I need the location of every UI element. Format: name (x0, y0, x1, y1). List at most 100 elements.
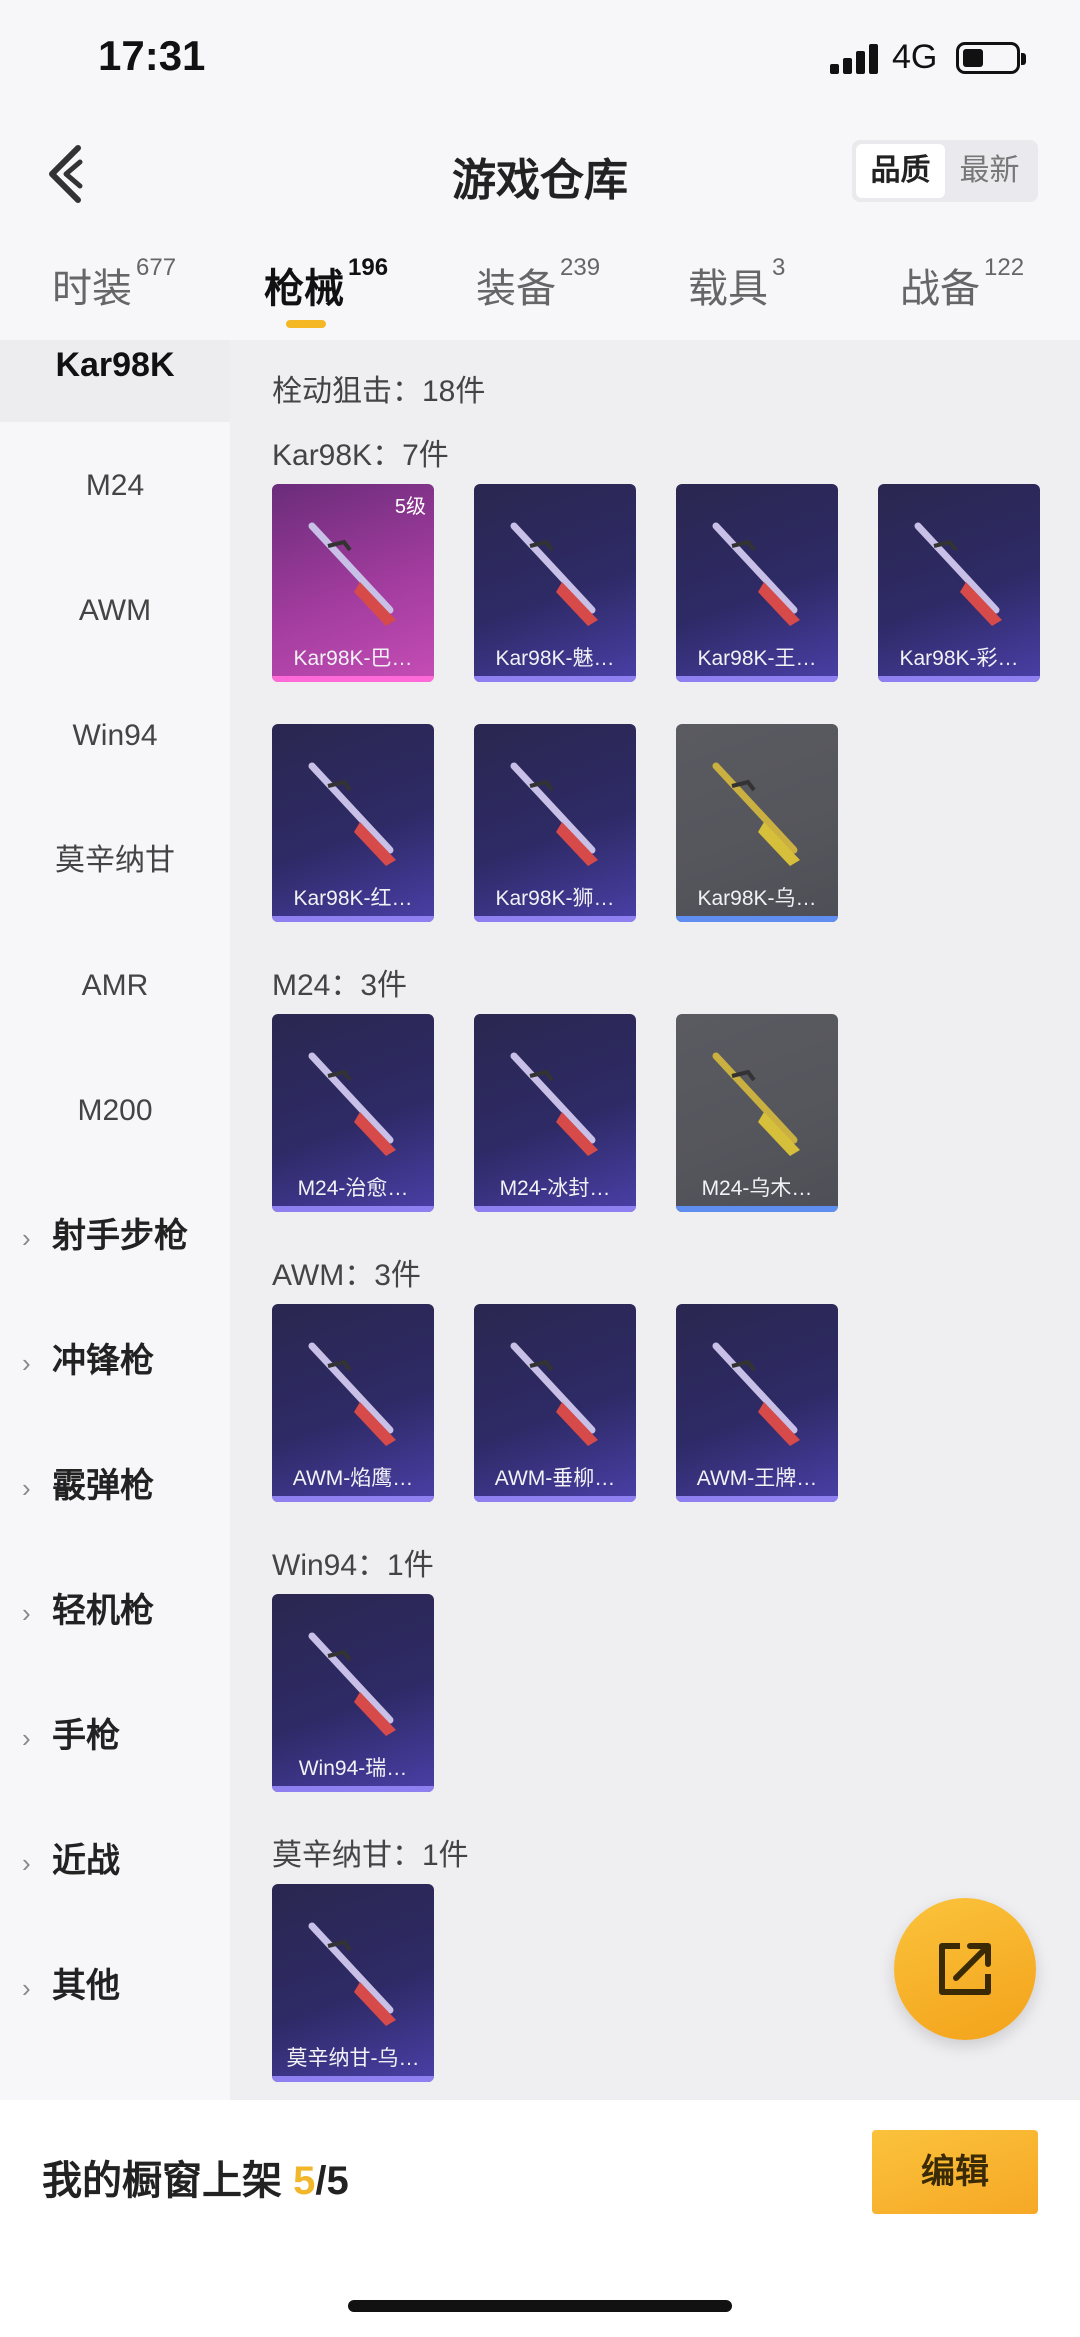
chevron-right-icon: › (22, 1348, 31, 1378)
tab-fashion[interactable]: 时装 677 (52, 254, 176, 314)
rifle-icon (308, 1342, 396, 1446)
rifle-icon (308, 1922, 396, 2026)
chevron-right-icon: › (22, 1723, 31, 1753)
skin-card[interactable]: AWM-王牌… (676, 1304, 838, 1502)
rarity-bar (272, 1206, 434, 1212)
rarity-bar (676, 916, 838, 922)
skin-card[interactable]: AWM-焰鹰… (272, 1304, 434, 1502)
skin-card[interactable]: Kar98K-王… (676, 484, 838, 682)
rarity-bar (272, 1786, 434, 1792)
skin-card[interactable]: M24-治愈… (272, 1014, 434, 1212)
skin-card[interactable]: Kar98K-狮… (474, 724, 636, 922)
skin-name: AWM-王牌… (696, 1467, 818, 1490)
skin-card[interactable]: 5级 Kar98K-巴… (272, 484, 434, 682)
skin-name: Win94-瑞… (298, 1757, 408, 1780)
rarity-bar (676, 1496, 838, 1502)
rifle-icon (712, 1052, 800, 1156)
rarity-bar (272, 676, 434, 682)
chevron-right-icon: › (22, 1598, 31, 1628)
skin-card[interactable]: Kar98K-彩… (878, 484, 1040, 682)
sidebar-group-lmg[interactable]: › 轻机枪 (22, 1581, 154, 1641)
share-icon (939, 1943, 991, 1995)
skin-name: M24-治愈… (297, 1177, 409, 1200)
sidebar-group-melee[interactable]: › 近战 (22, 1831, 120, 1891)
tab-weapons[interactable]: 枪械 196 (264, 254, 388, 314)
home-indicator (348, 2300, 732, 2312)
skin-name: M24-冰封… (499, 1177, 611, 1200)
skin-card[interactable]: M24-冰封… (474, 1014, 636, 1212)
sidebar-group-smg[interactable]: › 冲锋枪 (22, 1331, 154, 1391)
sidebar-item-amr[interactable]: AMR (0, 956, 230, 1016)
nav-bar: 游戏仓库 品质 最新 (0, 120, 1080, 230)
tab-vehicles[interactable]: 载具 3 (688, 254, 785, 314)
skin-name: Kar98K-乌… (697, 887, 817, 910)
sidebar-item-kar98k[interactable]: Kar98K (0, 340, 230, 422)
sidebar: Kar98K M24 AWM Win94 莫辛纳甘 AMR M200 › 射手步枪… (0, 340, 230, 2100)
sidebar-item-awm[interactable]: AWM (0, 581, 230, 641)
status-bar: 17:31 4G (0, 0, 1080, 120)
share-button[interactable] (894, 1898, 1036, 2040)
sidebar-item-mosin[interactable]: 莫辛纳甘 (0, 831, 230, 891)
rifle-icon (308, 762, 396, 866)
sidebar-item-m24[interactable]: M24 (0, 456, 230, 516)
rifle-icon (712, 762, 800, 866)
sidebar-group-other[interactable]: › 其他 (22, 1956, 120, 2016)
chevron-right-icon: › (22, 1973, 31, 2003)
edit-button[interactable]: 编辑 (872, 2130, 1038, 2214)
rarity-bar (676, 676, 838, 682)
skin-name: Kar98K-狮… (495, 887, 615, 910)
showcase-count-current: 5 (293, 2159, 316, 2203)
skin-name: Kar98K-彩… (899, 647, 1019, 670)
rifle-icon (510, 1342, 598, 1446)
sort-quality-button[interactable]: 品质 (856, 144, 945, 198)
skin-card[interactable]: Kar98K-魅… (474, 484, 636, 682)
rarity-bar (272, 2076, 434, 2082)
sort-newest-button[interactable]: 最新 (945, 144, 1034, 198)
skin-name: Kar98K-红… (293, 887, 413, 910)
sidebar-item-win94[interactable]: Win94 (0, 706, 230, 766)
sidebar-group-shotgun[interactable]: › 霰弹枪 (22, 1456, 154, 1516)
skin-name: Kar98K-魅… (495, 647, 615, 670)
battery-icon (956, 42, 1026, 74)
section-label: AWM：3件 (272, 1259, 421, 1292)
section-label: Kar98K：7件 (272, 439, 449, 472)
rifle-icon (914, 522, 1002, 626)
skin-card[interactable]: Kar98K-红… (272, 724, 434, 922)
section-label: M24：3件 (272, 969, 408, 1002)
rifle-icon (308, 522, 396, 626)
sidebar-group-pistol[interactable]: › 手枪 (22, 1706, 120, 1766)
showcase-label: 我的橱窗上架 5/5 (42, 2159, 349, 2203)
rarity-bar (474, 916, 636, 922)
section-label: Win94：1件 (272, 1549, 434, 1582)
skin-name: AWM-垂柳… (494, 1467, 616, 1490)
category-tabs: 时装 677 枪械 196 装备 239 载具 3 战备 122 (0, 240, 1080, 340)
category-header: 栓动狙击：18件 (272, 375, 486, 408)
skin-card[interactable]: M24-乌木… (676, 1014, 838, 1212)
sidebar-group-dmr[interactable]: › 射手步枪 (22, 1206, 188, 1266)
rarity-bar (272, 1496, 434, 1502)
tab-equipment[interactable]: 装备 239 (476, 254, 600, 314)
skin-card[interactable]: Win94-瑞… (272, 1594, 434, 1792)
status-time: 17:31 (98, 32, 206, 79)
skin-card[interactable]: 莫辛纳甘-乌… (272, 1884, 434, 2082)
chevron-right-icon: › (22, 1848, 31, 1878)
item-list[interactable]: 栓动狙击：18件 Kar98K：7件 5级 Kar98K-巴… Kar98K-魅… Ka… (230, 340, 1080, 2100)
signal-icon (830, 44, 878, 74)
rarity-bar (474, 1496, 636, 1502)
rifle-icon (712, 1342, 800, 1446)
skin-card[interactable]: AWM-垂柳… (474, 1304, 636, 1502)
skin-name: Kar98K-巴… (293, 647, 413, 670)
skin-name: AWM-焰鹰… (292, 1467, 414, 1490)
rifle-icon (510, 522, 598, 626)
section-label: 莫辛纳甘：1件 (272, 1839, 469, 1872)
tab-active-indicator (286, 320, 326, 328)
skin-card[interactable]: Kar98K-乌… (676, 724, 838, 922)
tab-supplies[interactable]: 战备 122 (900, 254, 1024, 314)
network-label: 4G (892, 38, 938, 76)
sidebar-item-m200[interactable]: M200 (0, 1081, 230, 1141)
level-badge: 5级 (394, 496, 426, 518)
sort-toggle[interactable]: 品质 最新 (852, 140, 1038, 202)
rifle-icon (712, 522, 800, 626)
rarity-bar (676, 1206, 838, 1212)
rifle-icon (510, 1052, 598, 1156)
